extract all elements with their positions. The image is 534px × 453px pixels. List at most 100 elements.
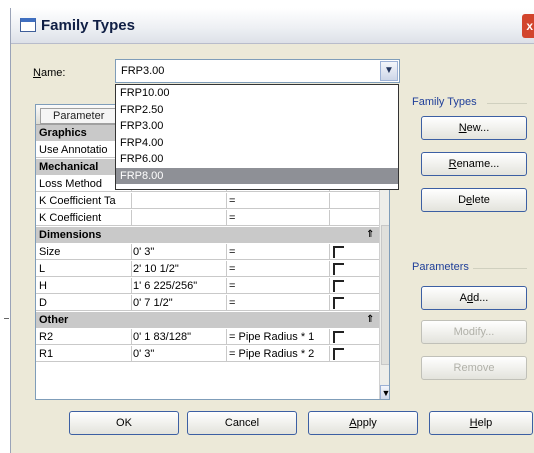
dropdown-option[interactable]: FRP4.00 [116, 135, 398, 152]
table-row: R1 0' 3" = Pipe Radius * 2 [36, 346, 379, 362]
lock-checkbox[interactable] [333, 297, 344, 309]
table-row: R2 0' 1 83/128" = Pipe Radius * 1 [36, 329, 379, 345]
cell-divider [131, 278, 132, 293]
parameter-value[interactable]: 2' 10 1/2" [133, 261, 179, 277]
parameter-value[interactable]: 0' 3" [133, 346, 154, 362]
parameter-name: K Coefficient Ta [39, 195, 116, 207]
parameters-group-label: Parameters [412, 261, 469, 273]
margin-mark [4, 318, 9, 319]
table-row: K Coefficient = [36, 210, 379, 226]
collapse-icon[interactable]: ⇑ [366, 227, 374, 243]
parameter-name: R1 [39, 348, 54, 360]
table-row: L 2' 10 1/2" = [36, 261, 379, 277]
cell-divider [131, 295, 132, 310]
name-combobox[interactable]: FRP3.00 ▼ [115, 59, 400, 83]
parameter-value[interactable]: 0' 7 1/2" [133, 295, 173, 311]
cell-divider [131, 329, 132, 344]
cell-divider [226, 210, 227, 225]
parameter-formula[interactable]: = Pipe Radius * 1 [229, 329, 314, 345]
title-bar: Family Types x [11, 8, 534, 44]
chevron-down-icon[interactable]: ▼ [380, 61, 398, 81]
group-header[interactable]: Dimensions ⇑ [36, 227, 379, 243]
cell-divider [226, 278, 227, 293]
cell-divider [226, 193, 227, 208]
name-label: Name: [33, 67, 66, 79]
window-title: Family Types [41, 17, 135, 34]
cell-divider [329, 261, 330, 276]
new-type-button[interactable]: New... [421, 116, 527, 140]
parameter-formula[interactable]: = [229, 244, 235, 260]
cell-divider [131, 210, 132, 225]
help-button[interactable]: Help [429, 411, 533, 435]
dropdown-option[interactable]: FRP3.00 [116, 118, 398, 135]
parameter-formula[interactable]: = [229, 295, 235, 311]
parameter-name: K Coefficient [39, 212, 102, 224]
name-dropdown-list: FRP10.00 FRP2.50 FRP3.00 FRP4.00 FRP6.00 FRP8… [115, 84, 399, 190]
family-types-group-label: Family Types [412, 96, 477, 108]
add-parameter-button[interactable]: Add... [421, 286, 527, 310]
group-header[interactable]: Other ⇑ [36, 312, 379, 328]
parameter-formula[interactable]: = [229, 193, 235, 209]
cell-divider [329, 210, 330, 225]
parameter-formula[interactable]: = [229, 261, 235, 277]
close-button[interactable]: x [522, 14, 534, 38]
cell-divider [329, 295, 330, 310]
group-name: Graphics [39, 127, 87, 139]
cell-divider [131, 244, 132, 259]
modify-parameter-button[interactable]: Modify... [421, 320, 527, 344]
parameter-value[interactable]: 1' 6 225/256" [133, 278, 197, 294]
cell-divider [226, 329, 227, 344]
parameter-name: H [39, 280, 47, 292]
parameter-name: Loss Method [39, 178, 102, 190]
lock-checkbox[interactable] [333, 331, 344, 343]
lock-checkbox[interactable] [333, 348, 344, 360]
cell-divider [131, 261, 132, 276]
parameter-name: R2 [39, 331, 54, 343]
cell-divider [226, 244, 227, 259]
dropdown-option[interactable]: FRP6.00 [116, 151, 398, 168]
cell-divider [329, 244, 330, 259]
parameter-name: D [39, 297, 47, 309]
lock-checkbox[interactable] [333, 263, 344, 275]
scrollbar-thumb[interactable] [381, 225, 389, 365]
parameter-formula[interactable]: = Pipe Radius * 2 [229, 346, 314, 362]
table-row: H 1' 6 225/256" = [36, 278, 379, 294]
apply-button[interactable]: Apply [308, 411, 418, 435]
table-row: D 0' 7 1/2" = [36, 295, 379, 311]
lock-checkbox[interactable] [333, 246, 344, 258]
ok-button[interactable]: OK [69, 411, 179, 435]
parameter-formula[interactable]: = [229, 278, 235, 294]
name-value: FRP3.00 [121, 65, 165, 77]
table-row: Size 0' 3" = [36, 244, 379, 260]
parameter-name: Use Annotatio [39, 144, 108, 156]
dropdown-option[interactable]: FRP10.00 [116, 85, 398, 102]
lock-checkbox[interactable] [333, 280, 344, 292]
delete-type-button[interactable]: Delete [421, 188, 527, 212]
cell-divider [329, 329, 330, 344]
cell-divider [226, 295, 227, 310]
parameter-name: L [39, 263, 46, 275]
group-divider [473, 268, 527, 269]
parameter-value[interactable]: 0' 3" [133, 244, 154, 260]
group-name: Other [39, 314, 69, 326]
group-divider [487, 103, 527, 104]
group-name: Dimensions [39, 229, 102, 241]
cancel-button[interactable]: Cancel [187, 411, 297, 435]
cell-divider [329, 193, 330, 208]
collapse-icon[interactable]: ⇑ [366, 312, 374, 328]
cell-divider [131, 193, 132, 208]
parameter-value[interactable]: 0' 1 83/128" [133, 329, 191, 345]
scroll-down-icon[interactable]: ▼ [380, 385, 389, 399]
table-row: K Coefficient Ta = [36, 193, 379, 209]
rename-type-button[interactable]: Rename... [421, 152, 527, 176]
cell-divider [329, 278, 330, 293]
parameter-formula[interactable]: = [229, 210, 235, 226]
parameter-column-header[interactable]: Parameter [40, 108, 126, 124]
dropdown-option[interactable]: FRP8.00 [116, 167, 398, 184]
remove-parameter-button[interactable]: Remove [421, 356, 527, 380]
parameter-name: Size [39, 246, 61, 258]
cell-divider [131, 346, 132, 361]
window-icon [20, 18, 36, 32]
dropdown-option[interactable]: FRP2.50 [116, 102, 398, 119]
cell-divider [329, 346, 330, 361]
